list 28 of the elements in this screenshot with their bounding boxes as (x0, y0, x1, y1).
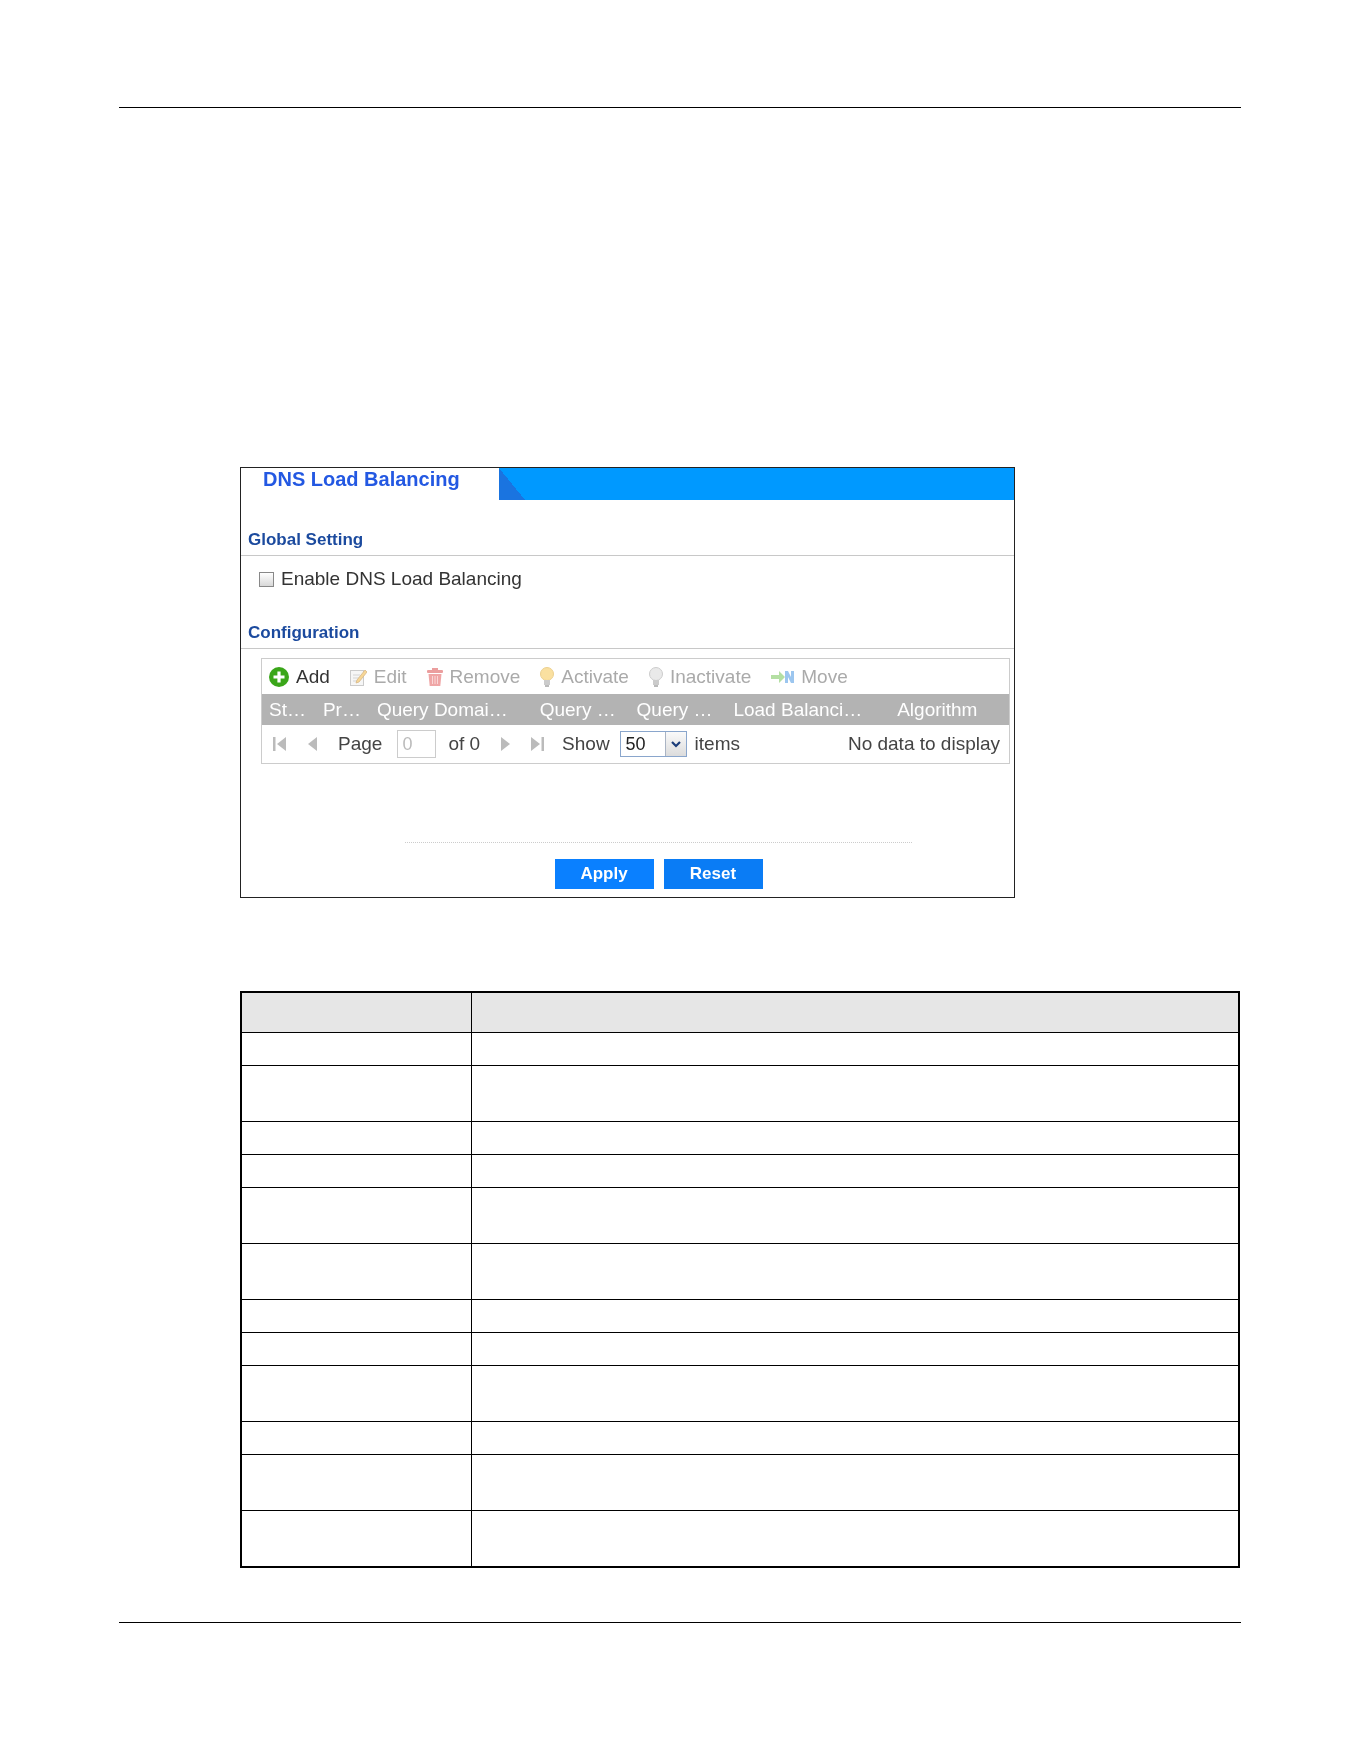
reset-button[interactable]: Reset (663, 859, 763, 889)
column-header[interactable]: Query … (629, 698, 727, 721)
section-heading: Global Setting (248, 530, 364, 550)
apply-button[interactable]: Apply (554, 859, 654, 889)
column-header[interactable]: Query … (532, 698, 630, 721)
plus-circle-icon (269, 666, 289, 687)
lightbulb-icon (540, 666, 555, 687)
section-heading: Configuration (248, 623, 360, 643)
per-page-select[interactable]: 50 (619, 731, 687, 757)
show-label: Show (562, 733, 610, 755)
column-header[interactable]: Load Balanci… (726, 698, 891, 721)
column-header[interactable]: Query Domai… (369, 698, 533, 721)
trash-icon (426, 667, 443, 686)
column-header[interactable]: St… (262, 698, 316, 721)
panel-title: DNS Load Balancing (262, 468, 461, 492)
lightbulb-icon (648, 666, 663, 687)
chevron-down-icon (670, 740, 681, 748)
page-count: of 0 (448, 733, 481, 755)
items-label: items (694, 733, 740, 755)
page-label: Page (338, 733, 383, 755)
checkbox[interactable] (259, 571, 274, 587)
pencil-note-icon (349, 667, 367, 686)
checkbox-label[interactable]: Enable DNS Load Balancing (281, 568, 522, 590)
column-header[interactable]: Algorithm (890, 698, 1010, 721)
column-header[interactable]: Pr… (315, 698, 370, 721)
add-button[interactable]: Add (269, 665, 330, 688)
empty-status-text: No data to display (847, 733, 1001, 755)
arrow-icon (771, 668, 795, 685)
